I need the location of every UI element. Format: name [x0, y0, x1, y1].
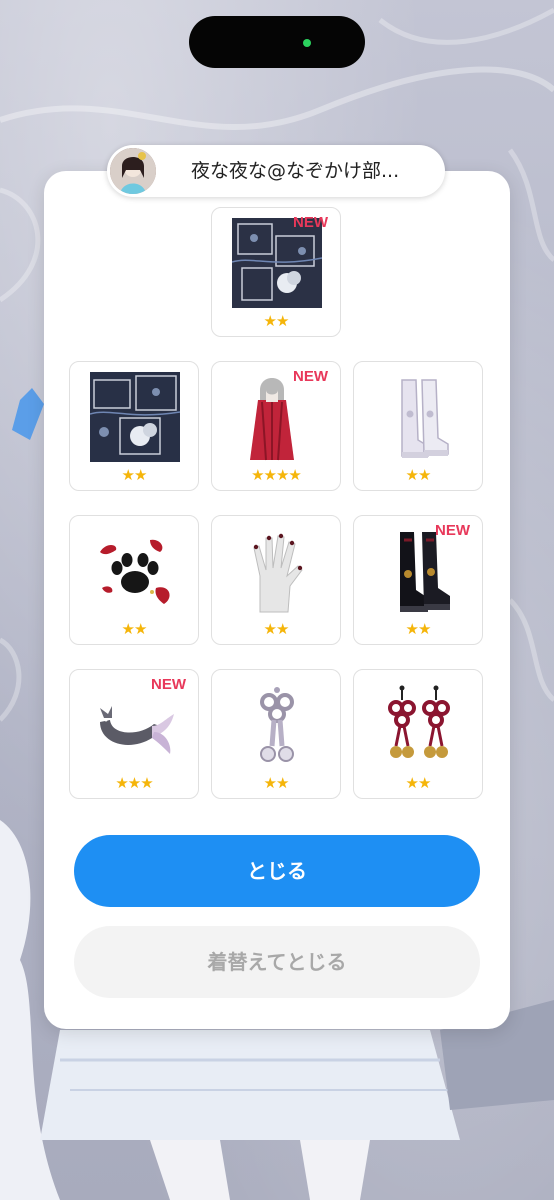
user-name: 夜な夜な@なぞかけ部... [191, 160, 400, 182]
item-card[interactable]: ★★ NEW [211, 207, 341, 337]
item-card[interactable]: ★★ [211, 515, 341, 645]
rarity-stars: ★★★ [115, 774, 153, 792]
long-red-hair-icon [232, 372, 322, 462]
fabric-pattern-icon [90, 372, 180, 462]
rarity-stars: ★★ [121, 620, 148, 638]
knot-earring-icon [232, 680, 322, 770]
item-card[interactable]: ★★ [353, 669, 483, 799]
rarity-stars: ★★ [405, 774, 432, 792]
white-boots-icon [374, 372, 464, 462]
item-card[interactable]: ★★★★ NEW [211, 361, 341, 491]
rarity-stars: ★★ [263, 312, 290, 330]
black-boots-icon [374, 526, 464, 616]
fabric-pattern-icon [232, 218, 322, 308]
fish-tail-icon [90, 680, 180, 770]
rarity-stars: ★★ [405, 620, 432, 638]
user-avatar-icon [110, 148, 156, 194]
new-badge: NEW [151, 676, 186, 693]
glove-hand-icon [232, 526, 322, 616]
rarity-stars: ★★ [405, 466, 432, 484]
rarity-stars: ★★★★ [251, 466, 302, 484]
rarity-stars: ★★ [263, 774, 290, 792]
item-card[interactable]: ★★ NEW [353, 515, 483, 645]
item-card[interactable]: ★★ [69, 515, 199, 645]
new-badge: NEW [293, 214, 328, 231]
change-and-close-button[interactable]: 着替えてとじる [74, 926, 480, 998]
red-knot-earrings-icon [374, 680, 464, 770]
paw-print-icon [90, 526, 180, 616]
item-card[interactable]: ★★ [211, 669, 341, 799]
rarity-stars: ★★ [121, 466, 148, 484]
item-card[interactable]: ★★ [353, 361, 483, 491]
dynamic-island [189, 16, 365, 68]
camera-indicator-icon [303, 39, 311, 47]
new-badge: NEW [293, 368, 328, 385]
close-button[interactable]: とじる [74, 835, 480, 907]
user-name-pill: 夜な夜な@なぞかけ部... [107, 145, 445, 197]
item-card[interactable]: ★★★ NEW [69, 669, 199, 799]
item-card[interactable]: ★★ [69, 361, 199, 491]
rarity-stars: ★★ [263, 620, 290, 638]
new-badge: NEW [435, 522, 470, 539]
